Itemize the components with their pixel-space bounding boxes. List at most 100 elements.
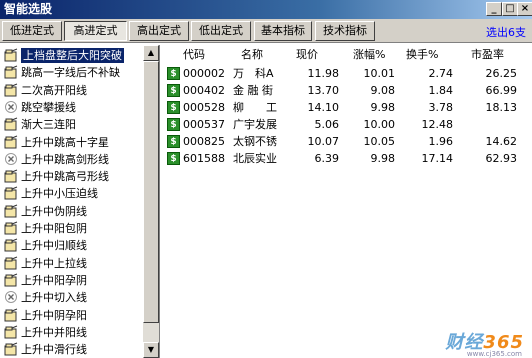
cell-price: 6.39: [314, 152, 340, 165]
pattern-list-item[interactable]: 上升中上拉线: [4, 255, 87, 273]
cell-change: 10.01: [363, 67, 396, 80]
stock-folder-icon: [4, 48, 18, 62]
pattern-list-item-label: 跳空攀援线: [21, 100, 76, 114]
cell-pe: 18.13: [485, 101, 518, 114]
cell-turnover: 3.78: [428, 101, 454, 114]
window-title: 智能选股: [4, 2, 53, 16]
col-header-price[interactable]: 现价: [296, 47, 318, 63]
cell-pe: 66.99: [485, 84, 518, 97]
cell-name: 万 科A: [233, 67, 274, 80]
cell-turnover: 12.48: [421, 118, 454, 131]
cell-code: 000002: [183, 67, 225, 80]
cell-name: 金 融 街: [233, 84, 273, 97]
cell-price: 10.07: [307, 135, 340, 148]
pattern-list-item[interactable]: 上升中阳孕阴: [4, 272, 87, 290]
pattern-list-item[interactable]: 上升中阳包阴: [4, 220, 87, 238]
tab-high-exit[interactable]: 高出定式: [129, 21, 189, 41]
stock-folder-icon: [4, 135, 18, 149]
disabled-x-icon: [4, 100, 18, 114]
pattern-list-item-label: 上升中阴孕阳: [21, 308, 87, 322]
pattern-list-item[interactable]: 跳高一字线后不补缺: [4, 64, 120, 82]
stock-folder-icon: [4, 256, 18, 270]
dollar-icon: $: [167, 152, 180, 165]
scroll-up-button[interactable]: ▲: [143, 45, 159, 61]
pattern-list-item-label: 上升中切入线: [21, 291, 87, 305]
pattern-list-item-label: 上升中小压迫线: [21, 187, 98, 201]
stock-folder-icon: [4, 65, 18, 79]
tab-low-entry[interactable]: 低进定式: [2, 21, 62, 41]
scroll-down-button[interactable]: ▼: [143, 342, 159, 358]
pattern-list-item-label: 上升中阳包阴: [21, 222, 87, 235]
pattern-list-item[interactable]: 上升中阴孕阳: [4, 307, 87, 325]
stock-folder-icon: [4, 221, 18, 235]
pattern-list-item-label: 上升中归顺线: [21, 239, 87, 253]
cell-name: 太钢不锈: [233, 135, 277, 148]
pattern-list-item[interactable]: 上升中跳高剑形线: [4, 151, 109, 169]
result-table: 代码 名称 现价 涨幅% 换手% 市盈率 $000002 万 科A 11.98 10.…: [163, 45, 532, 358]
cell-code: 000825: [183, 135, 225, 148]
cell-name: 柳 工: [233, 101, 277, 114]
pattern-list-item[interactable]: 渐大三连阳: [4, 116, 76, 134]
scroll-thumb[interactable]: [143, 61, 159, 323]
cell-price: 13.70: [307, 84, 340, 97]
stock-folder-icon: [4, 204, 18, 218]
table-row[interactable]: $000002 万 科A 11.98 10.01 2.74 26.25: [163, 65, 532, 82]
pattern-list-item[interactable]: 上档盘整后大阳突破: [4, 47, 124, 65]
cell-name: 广宇发展: [233, 118, 277, 131]
dollar-icon: $: [167, 101, 180, 114]
col-header-turnover[interactable]: 换手%: [406, 47, 438, 63]
stock-folder-icon: [4, 186, 18, 200]
col-header-pe[interactable]: 市盈率: [471, 47, 504, 63]
pattern-list-item-label: 上升中上拉线: [21, 256, 87, 270]
stock-folder-icon: [4, 273, 18, 287]
pattern-list-item[interactable]: 上升中并阳线: [4, 324, 87, 342]
tab-basic-indicators[interactable]: 基本指标: [254, 21, 312, 41]
cell-price: 5.06: [314, 118, 340, 131]
cell-turnover: 1.96: [428, 135, 454, 148]
window-titlebar: 智能选股: [0, 0, 532, 19]
maximize-button[interactable]: □: [502, 2, 518, 16]
col-header-change[interactable]: 涨幅%: [353, 47, 385, 63]
col-header-code[interactable]: 代码: [183, 47, 205, 63]
stock-folder-icon: [4, 83, 18, 97]
pattern-list-item-label: 上升中跳高弓形线: [21, 170, 109, 184]
pattern-list-item[interactable]: 上升中小压迫线: [4, 185, 98, 203]
cell-code: 000402: [183, 84, 225, 97]
pattern-list-item-label: 上升中并阳线: [21, 325, 87, 339]
pattern-list-item[interactable]: 上升中归顺线: [4, 237, 87, 255]
pattern-list-item-label: 上升中跳高剑形线: [21, 152, 109, 166]
table-row[interactable]: $000537 广宇发展 5.06 10.00 12.48: [163, 116, 532, 133]
stock-folder-icon: [4, 238, 18, 252]
col-header-name[interactable]: 名称: [241, 47, 263, 63]
table-row[interactable]: $000528 柳 工 14.10 9.98 3.78 18.13: [163, 99, 532, 116]
cell-code: 000528: [183, 101, 225, 114]
stock-folder-icon: [4, 169, 18, 183]
cell-turnover: 2.74: [428, 67, 454, 80]
pattern-list-item[interactable]: 上升中跳高十字星: [4, 134, 109, 152]
cell-turnover: 17.14: [421, 152, 454, 165]
stock-folder-icon: [4, 325, 18, 339]
pattern-list-item[interactable]: 上升中跳高弓形线: [4, 168, 109, 186]
pattern-list-item[interactable]: 上升中滑行线: [4, 341, 87, 358]
stock-folder-icon: [4, 308, 18, 322]
cell-code: 000537: [183, 118, 225, 131]
table-row[interactable]: $601588 北辰实业 6.39 9.98 17.14 62.93: [163, 150, 532, 167]
tab-technical-indicators[interactable]: 技术指标: [315, 21, 375, 41]
tab-low-exit[interactable]: 低出定式: [191, 21, 251, 41]
cell-change: 10.05: [363, 135, 396, 148]
pattern-list: 上档盘整后大阳突破 跳高一字线后不补缺 二次高开阳线 跳空攀援线渐大三连阳 上升中跳高十…: [0, 45, 160, 358]
pattern-list-item[interactable]: 上升中伪阴线: [4, 203, 87, 221]
cell-price: 11.98: [307, 67, 340, 80]
pattern-list-scrollbar[interactable]: ▲ ▼: [143, 45, 159, 358]
close-button[interactable]: ×: [517, 2, 532, 16]
pattern-list-item[interactable]: 上升中切入线: [4, 289, 87, 307]
pattern-list-item-label: 上升中跳高十字星: [21, 135, 109, 149]
pattern-list-item[interactable]: 二次高开阳线: [4, 82, 87, 100]
minimize-button[interactable]: _: [486, 2, 502, 16]
table-row[interactable]: $000402 金 融 街 13.70 9.08 1.84 66.99: [163, 82, 532, 99]
table-row[interactable]: $000825 太钢不锈 10.07 10.05 1.96 14.62: [163, 133, 532, 150]
disabled-x-icon: [4, 152, 18, 166]
tab-high-entry[interactable]: 高进定式: [64, 21, 127, 41]
pattern-list-item-label: 上升中阳孕阴: [21, 273, 87, 287]
pattern-list-item[interactable]: 跳空攀援线: [4, 99, 76, 117]
